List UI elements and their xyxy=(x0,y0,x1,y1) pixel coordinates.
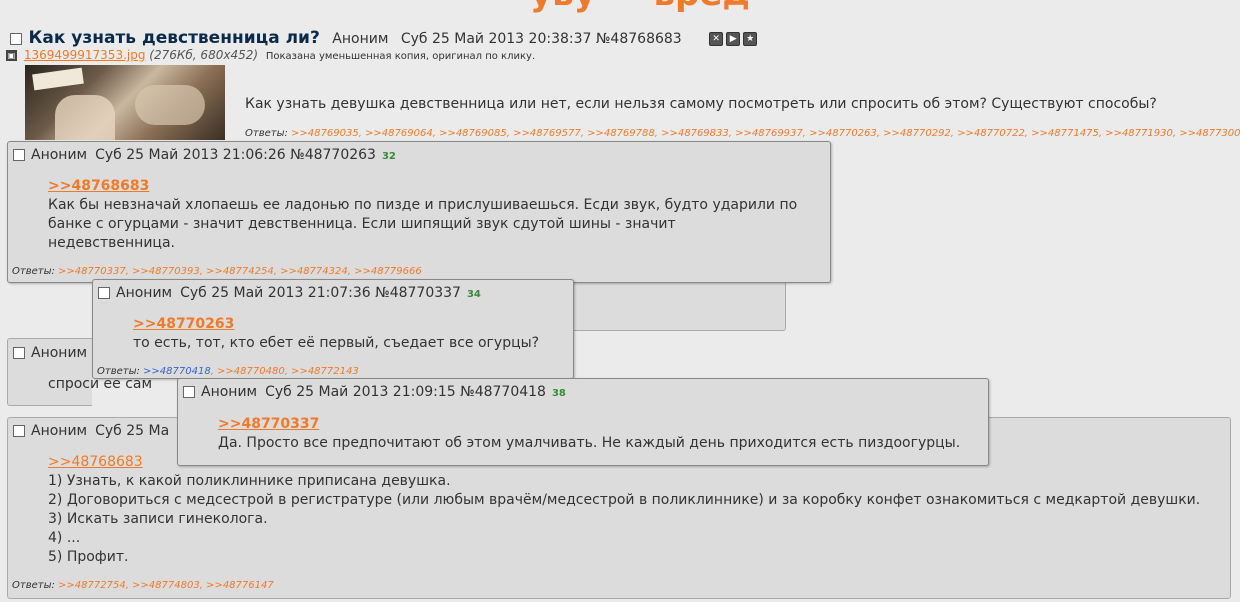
popup-3-reflink[interactable]: >>48770337 xyxy=(218,415,960,434)
op-title: Как узнать девственница ли? xyxy=(28,28,320,48)
popup-2-num[interactable]: №48770337 xyxy=(375,285,461,301)
bg-post-a-author: Аноним xyxy=(31,345,88,361)
popup-2-checkbox[interactable] xyxy=(98,287,110,299)
bg-post-a-checkbox[interactable] xyxy=(13,347,25,359)
popup-3-date: Суб 25 Май 2013 21:09:15 xyxy=(265,384,456,400)
popup-2-line: то есть, тот, кто ебет её первый, съедае… xyxy=(133,335,540,351)
op-file-link[interactable]: 1369499917353.jpg xyxy=(24,48,146,62)
bg-post-strip xyxy=(570,282,786,331)
op-replies: Ответы: >>48769035, >>48769064, >>487690… xyxy=(245,128,1240,139)
popup-2-count: 34 xyxy=(466,289,481,300)
reply-popup-2: Аноним Суб 25 Май 2013 21:07:36 №48770337… xyxy=(92,279,574,379)
popup-2-date: Суб 25 Май 2013 21:07:36 xyxy=(180,285,371,301)
bg-post-b-checkbox[interactable] xyxy=(13,425,25,437)
popup-1-replies: Ответы: >>48770337, >>48770393, >>487742… xyxy=(12,266,422,277)
op-thumbnail[interactable] xyxy=(25,65,225,140)
popup-1-line: Как бы невзначай хлопаешь ее ладонью по … xyxy=(48,197,798,213)
bg-post-b-line: 1) Узнать, к какой поликлиннике приписан… xyxy=(48,473,451,489)
popup-1-line: банке с огурцами - значит девственница. … xyxy=(48,216,676,232)
popup-2-reply-link-active[interactable]: >>48770418 xyxy=(143,366,211,377)
op-text: Как узнать девушка девственница или нет,… xyxy=(245,96,1157,112)
popup-2-replies: Ответы: >>48770418, >>48770480, >>487721… xyxy=(97,366,359,377)
op-reply-links[interactable]: >>48769035, >>48769064, >>48769085, >>48… xyxy=(291,128,1240,139)
op-date: Суб 25 Май 2013 20:38:37 xyxy=(400,31,592,47)
hide-icon[interactable]: ✕ xyxy=(709,32,724,46)
op-author: Аноним xyxy=(332,31,389,47)
popup-3-line: Да. Просто все предпочитают об этом умал… xyxy=(218,435,961,451)
popup-3-checkbox[interactable] xyxy=(183,386,195,398)
bg-post-b-line: 4) ... xyxy=(48,530,81,546)
bg-post-b-reply-links[interactable]: >>48772754, >>48774803, >>48776147 xyxy=(58,580,274,591)
popup-1-num[interactable]: №48770263 xyxy=(290,147,376,163)
popup-1-author: Аноним xyxy=(31,147,88,163)
bg-post-b-date: Суб 25 Ма xyxy=(95,423,170,439)
popup-2-reply-links[interactable]: , >>48770480, >>48772143 xyxy=(211,366,359,377)
op-file-info: (276Кб, 680x452) xyxy=(149,48,259,62)
popup-3-author: Аноним xyxy=(201,384,258,400)
op-file-line: ▣ 1369499917353.jpg (276Кб, 680x452) Пок… xyxy=(6,48,535,62)
board-banner: уву — вред xyxy=(530,0,750,14)
bg-post-b-line: 2) Договориться с медсестрой в регистрат… xyxy=(48,492,1201,508)
op-num[interactable]: №48768683 xyxy=(596,31,682,47)
popup-3-count: 38 xyxy=(551,388,566,399)
reply-popup-3: Аноним Суб 25 Май 2013 21:09:15 №48770418… xyxy=(177,378,989,466)
popup-1-reflink[interactable]: >>48768683 xyxy=(48,177,797,196)
popup-1-line: недевственница. xyxy=(48,235,175,251)
op-file-note: Показана уменьшенная копия, оригинал по … xyxy=(265,51,536,62)
bg-post-b-replies: Ответы: >>48772754, >>48774803, >>487761… xyxy=(12,580,274,591)
popup-1-count: 32 xyxy=(381,151,396,162)
popup-1-reply-links[interactable]: >>48770337, >>48770393, >>48774254, >>48… xyxy=(58,266,422,277)
bg-post-a: Аноним xyxy=(7,338,92,406)
op-checkbox[interactable] xyxy=(10,33,22,45)
bg-post-b-line: 5) Профит. xyxy=(48,549,129,565)
op-header: Как узнать девственница ли? Аноним Суб 2… xyxy=(10,28,758,48)
expand-icon[interactable]: ▶ xyxy=(726,32,741,46)
popup-1-date: Суб 25 Май 2013 21:06:26 xyxy=(95,147,286,163)
save-icon[interactable]: ▣ xyxy=(6,50,17,61)
popup-2-author: Аноним xyxy=(116,285,173,301)
bg-post-b-author: Аноним xyxy=(31,423,88,439)
popup-2-reflink[interactable]: >>48770263 xyxy=(133,315,539,334)
popup-1-checkbox[interactable] xyxy=(13,149,25,161)
bg-post-b-line: 3) Искать записи гинеколога. xyxy=(48,511,268,527)
reply-popup-1: Аноним Суб 25 Май 2013 21:06:26 №48770263… xyxy=(7,141,831,283)
popup-3-num[interactable]: №48770418 xyxy=(460,384,546,400)
favorite-icon[interactable]: ★ xyxy=(743,32,758,46)
